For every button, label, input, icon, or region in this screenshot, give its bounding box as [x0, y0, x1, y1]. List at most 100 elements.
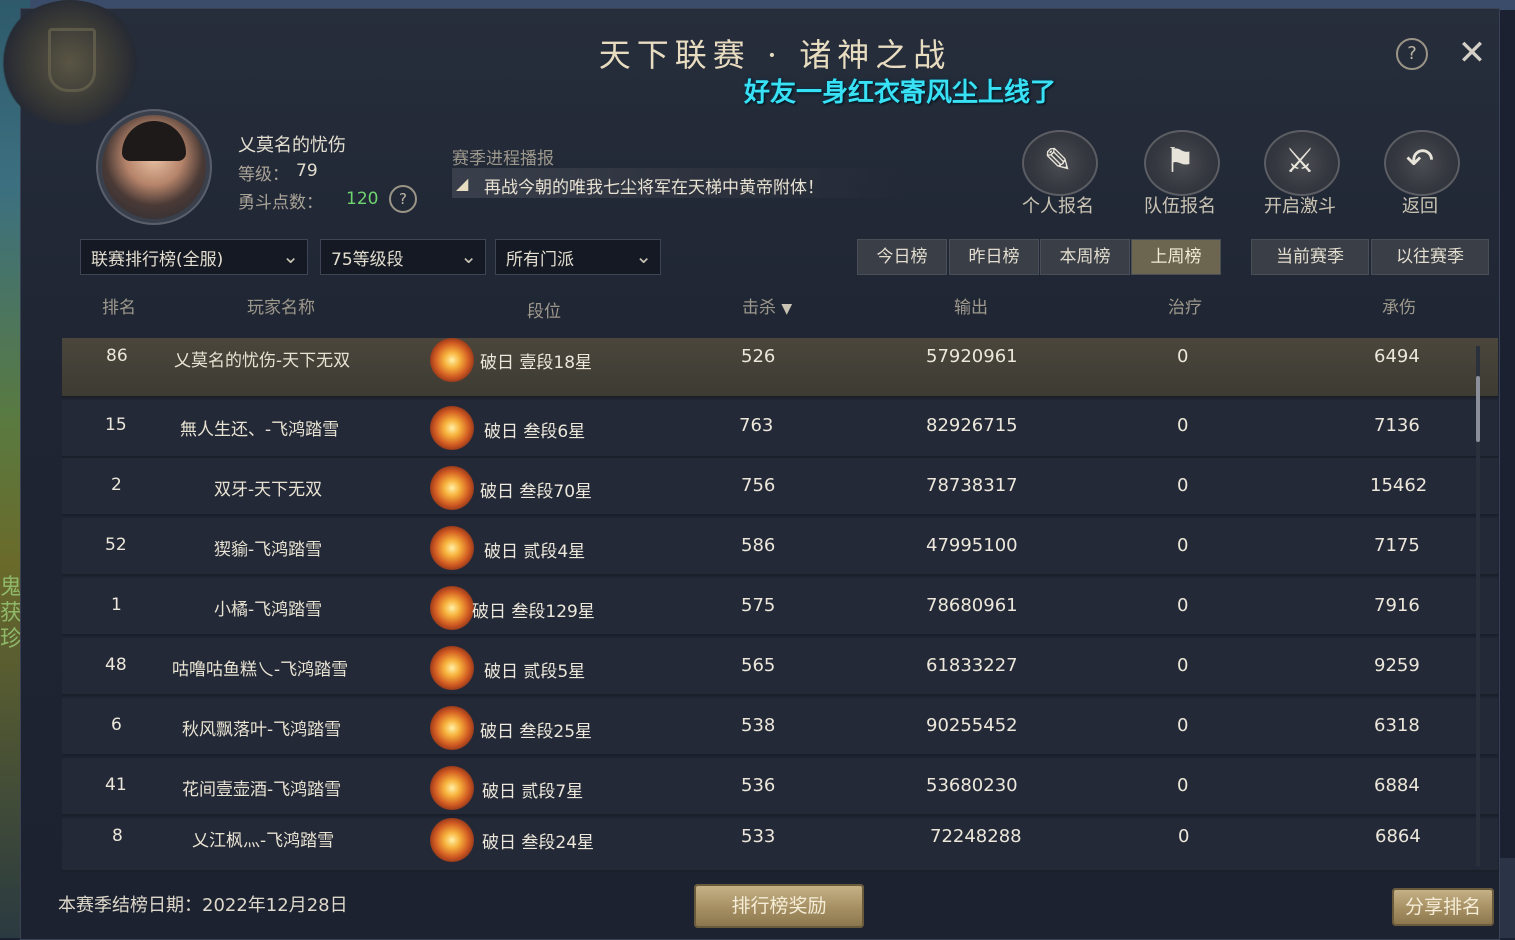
share-ranking-button[interactable]: 分享排名: [1392, 888, 1494, 926]
row-damage: 53680230: [926, 775, 1018, 796]
row-taken: 7136: [1374, 415, 1420, 436]
row-name: 猰貐-飞鸿踏雪: [214, 540, 323, 560]
ranking-type-value: 联赛排行榜(全服): [91, 250, 224, 270]
header-name: 玩家名称: [247, 298, 315, 318]
tab-past-seasons[interactable]: 以往赛季: [1371, 239, 1489, 275]
row-name: 小橘-飞鸿踏雪: [214, 600, 323, 620]
level-range-value: 75等级段: [331, 250, 404, 270]
row-tier: 破日 壹段18星: [480, 353, 593, 373]
return-button[interactable]: ↶ 返回: [1370, 130, 1470, 220]
sect-value: 所有门派: [506, 250, 574, 270]
row-kills: 536: [741, 775, 776, 796]
table-row[interactable]: 15 無人生还、-飞鸿踏雪 破日 叁段6星 763 82926715 0 713…: [62, 400, 1498, 458]
header-kills[interactable]: 击杀 ▼: [742, 293, 792, 318]
row-rank: 6: [111, 715, 122, 735]
row-healing: 0: [1177, 346, 1189, 367]
personal-signup-button[interactable]: ✎ 个人报名: [1008, 130, 1108, 220]
row-kills: 575: [741, 595, 776, 616]
row-tier: 破日 叁段70星: [480, 482, 593, 502]
row-rank: 2: [111, 475, 122, 495]
row-name: 花间壹壶酒-飞鸿踏雪: [182, 780, 342, 800]
row-taken: 6884: [1374, 775, 1420, 796]
row-rank: 8: [112, 826, 123, 846]
tab-last-week[interactable]: 上周榜: [1131, 239, 1221, 275]
season-broadcast-message: ◢ 再战今朝的唯我七尘将军在天梯中黄帝附体！: [452, 168, 902, 198]
banner-glyph: ⚑: [1164, 141, 1196, 181]
emblem-shield: [48, 28, 96, 92]
help-icon[interactable]: ?: [1396, 38, 1428, 70]
tab-this-week[interactable]: 本周榜: [1040, 239, 1130, 275]
sword-glyph: ⚔: [1284, 141, 1316, 181]
row-kills: 756: [741, 475, 776, 496]
table-row[interactable]: 6 秋风飘落叶-飞鸿踏雪 破日 叁段25星 538 90255452 0 631…: [62, 698, 1498, 756]
row-rank: 15: [105, 415, 127, 435]
row-healing: 0: [1178, 826, 1190, 847]
return-label: 返回: [1402, 196, 1438, 217]
row-tier: 破日 贰段7星: [482, 782, 584, 802]
tab-yesterday[interactable]: 昨日榜: [949, 239, 1039, 275]
header-damage[interactable]: 输出: [954, 293, 988, 318]
tab-current-season[interactable]: 当前赛季: [1251, 239, 1369, 275]
row-healing: 0: [1177, 595, 1189, 616]
row-tier: 破日 叁段129星: [472, 602, 595, 622]
chevron-down-icon: ⌄: [460, 244, 477, 268]
scrollbar-thumb[interactable]: [1476, 376, 1480, 442]
row-healing: 0: [1177, 715, 1189, 736]
tier-badge-icon: [430, 586, 474, 630]
points-value: 120: [346, 189, 379, 209]
table-row[interactable]: 52 猰貐-飞鸿踏雪 破日 贰段4星 586 47995100 0 7175: [62, 518, 1498, 576]
level-range-select[interactable]: 75等级段 ⌄: [320, 239, 486, 275]
header-kills-label: 击杀: [742, 298, 776, 318]
row-kills: 565: [741, 655, 776, 676]
sect-select[interactable]: 所有门派 ⌄: [495, 239, 661, 275]
tier-badge-icon: [430, 818, 474, 862]
header-taken[interactable]: 承伤: [1382, 293, 1416, 318]
row-name: 乂江枫灬-飞鸿踏雪: [192, 831, 335, 851]
row-rank: 86: [106, 346, 128, 366]
row-taken: 15462: [1370, 475, 1428, 496]
row-healing: 0: [1177, 415, 1189, 436]
season-message-text: 再战今朝的唯我七尘将军在天梯中黄帝附体！: [484, 178, 824, 198]
start-battle-label: 开启激斗: [1264, 196, 1336, 217]
season-broadcast-label: 赛季进程播报: [452, 149, 554, 169]
row-damage: 78680961: [926, 595, 1018, 616]
row-name: 咕噜咕鱼糕乀-飞鸿踏雪: [172, 660, 349, 680]
row-name: 秋风飘落叶-飞鸿踏雪: [182, 720, 342, 740]
team-signup-label: 队伍报名: [1144, 196, 1216, 217]
chevron-down-icon: ⌄: [282, 244, 299, 268]
row-damage: 61833227: [926, 655, 1018, 676]
row-rank: 52: [105, 535, 127, 555]
table-row[interactable]: 1 小橘-飞鸿踏雪 破日 叁段129星 575 78680961 0 7916: [62, 578, 1498, 636]
header-tier: 段位: [527, 302, 561, 322]
close-icon[interactable]: ✕: [1455, 36, 1489, 70]
row-damage: 78738317: [926, 475, 1018, 496]
row-taken: 6318: [1374, 715, 1420, 736]
level-value: 79: [296, 161, 318, 181]
window-title: 天下联赛 · 诸神之战: [598, 36, 952, 74]
row-kills: 533: [741, 826, 776, 847]
table-row[interactable]: 48 咕噜咕鱼糕乀-飞鸿踏雪 破日 贰段5星 565 61833227 0 92…: [62, 638, 1498, 696]
table-row-self[interactable]: 86 乂莫名的忧伤-天下无双 破日 壹段18星 526 57920961 0 6…: [62, 338, 1498, 398]
ranking-reward-button[interactable]: 排行榜奖励: [694, 884, 864, 928]
row-name: 乂莫名的忧伤-天下无双: [174, 351, 351, 371]
points-help-icon[interactable]: ?: [389, 185, 417, 213]
row-kills: 526: [741, 346, 776, 367]
header-healing[interactable]: 治疗: [1168, 293, 1202, 318]
row-damage: 57920961: [926, 346, 1018, 367]
friend-online-notice: 好友一身红衣寄风尘上线了: [743, 78, 1056, 108]
tier-badge-icon: [430, 706, 474, 750]
ranking-type-select[interactable]: 联赛排行榜(全服) ⌄: [80, 239, 308, 275]
team-signup-button[interactable]: ⚑ 队伍报名: [1130, 130, 1230, 220]
tab-today[interactable]: 今日榜: [857, 239, 947, 275]
header-rank[interactable]: 排名: [102, 293, 136, 318]
table-header: 排名 玩家名称 段位 击杀 ▼ 输出 治疗 承伤: [62, 288, 1498, 334]
table-row[interactable]: 8 乂江枫灬-飞鸿踏雪 破日 叁段24星 533 72248288 0 6864: [62, 818, 1498, 872]
level-label: 等级：: [238, 165, 289, 185]
table-row[interactable]: 41 花间壹壶酒-飞鸿踏雪 破日 贰段7星 536 53680230 0 688…: [62, 758, 1498, 816]
table-row[interactable]: 2 双牙-天下无双 破日 叁段70星 756 78738317 0 15462: [62, 458, 1498, 516]
row-damage: 82926715: [926, 415, 1018, 436]
start-battle-button[interactable]: ⚔ 开启激斗: [1250, 130, 1350, 220]
tier-badge-icon: [430, 646, 474, 690]
scroll-quill-glyph: ✎: [1043, 141, 1073, 181]
row-tier: 破日 叁段24星: [482, 833, 595, 853]
